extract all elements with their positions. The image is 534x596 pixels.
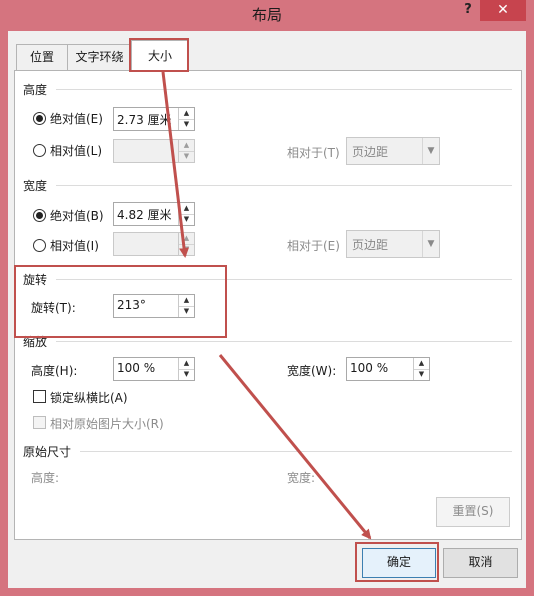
scale-height-spinner: ▲ ▼ — [178, 358, 194, 380]
rotation-highlight — [14, 265, 227, 338]
spin-down-icon[interactable]: ▼ — [179, 214, 194, 225]
height-relative-label: 相对值(L) — [50, 144, 103, 158]
width-absolute-radio[interactable] — [33, 209, 46, 222]
lock-aspect-checkbox[interactable] — [33, 390, 46, 403]
height-relative-radio[interactable] — [33, 144, 46, 157]
lock-aspect-label: 锁定纵横比(A) — [50, 391, 128, 405]
width-relative-input[interactable]: ▲ ▼ — [113, 232, 195, 256]
height-relative-spinner: ▲ ▼ — [178, 140, 194, 162]
cancel-button[interactable]: 取消 — [443, 548, 518, 578]
tab-text-wrap[interactable]: 文字环绕 — [67, 44, 132, 70]
width-relative-to-value: 页边距 — [352, 238, 389, 252]
scale-height-input[interactable]: 100 % ▲ ▼ — [113, 357, 195, 381]
scale-width-value: 100 % — [350, 361, 389, 375]
width-relative-to-select[interactable]: 页边距 ▼ — [346, 230, 440, 258]
help-button[interactable]: ? — [459, 2, 477, 17]
width-relative-radio[interactable] — [33, 239, 46, 252]
width-absolute-value: 4.82 厘米 — [117, 208, 172, 222]
height-relative-input[interactable]: ▲ ▼ — [113, 139, 195, 163]
height-absolute-radio[interactable] — [33, 112, 46, 125]
size-tab-highlight — [129, 38, 189, 72]
scale-height-value: 100 % — [117, 361, 156, 375]
ok-button-highlight — [355, 542, 439, 582]
height-relative-to-value: 页边距 — [352, 145, 389, 159]
original-size-section-title: 原始尺寸 — [23, 445, 72, 459]
spin-down-icon[interactable]: ▼ — [414, 369, 429, 380]
relative-original-checkbox[interactable] — [33, 416, 46, 429]
scale-width-label: 宽度(W): — [287, 364, 337, 378]
scale-section-rule — [56, 341, 512, 342]
spin-down-icon[interactable]: ▼ — [179, 119, 194, 130]
chevron-down-icon: ▼ — [422, 231, 439, 257]
relative-original-label: 相对原始图片大小(R) — [50, 417, 164, 431]
height-section-title: 高度 — [23, 83, 48, 97]
height-section-rule — [56, 89, 512, 90]
width-absolute-spinner: ▲ ▼ — [178, 203, 194, 225]
width-absolute-label: 绝对值(B) — [50, 209, 104, 223]
height-relative-to-select[interactable]: 页边距 ▼ — [346, 137, 440, 165]
original-height-label: 高度: — [31, 471, 60, 485]
original-width-label: 宽度: — [287, 471, 316, 485]
width-relative-label: 相对值(I) — [50, 239, 99, 253]
window-title: 布局 — [251, 6, 282, 24]
width-relative-to-label: 相对于(E) — [287, 239, 340, 253]
height-absolute-input[interactable]: 2.73 厘米 ▲ ▼ — [113, 107, 195, 131]
width-absolute-input[interactable]: 4.82 厘米 ▲ ▼ — [113, 202, 195, 226]
close-button[interactable]: ✕ — [480, 0, 526, 21]
spin-down-icon[interactable]: ▼ — [179, 151, 194, 162]
width-relative-spinner: ▲ ▼ — [178, 233, 194, 255]
height-absolute-label: 绝对值(E) — [50, 112, 103, 126]
scale-height-label: 高度(H): — [31, 364, 78, 378]
reset-button[interactable]: 重置(S) — [436, 497, 510, 527]
scale-width-spinner: ▲ ▼ — [413, 358, 429, 380]
height-absolute-value: 2.73 厘米 — [117, 113, 172, 127]
chevron-down-icon: ▼ — [422, 138, 439, 164]
tab-position[interactable]: 位置 — [16, 44, 68, 70]
spin-down-icon[interactable]: ▼ — [179, 369, 194, 380]
width-section-title: 宽度 — [23, 179, 48, 193]
height-absolute-spinner: ▲ ▼ — [178, 108, 194, 130]
spin-down-icon[interactable]: ▼ — [179, 244, 194, 255]
height-relative-to-label: 相对于(T) — [287, 146, 340, 160]
scale-width-input[interactable]: 100 % ▲ ▼ — [346, 357, 430, 381]
width-section-rule — [56, 185, 512, 186]
original-size-section-rule — [80, 451, 512, 452]
